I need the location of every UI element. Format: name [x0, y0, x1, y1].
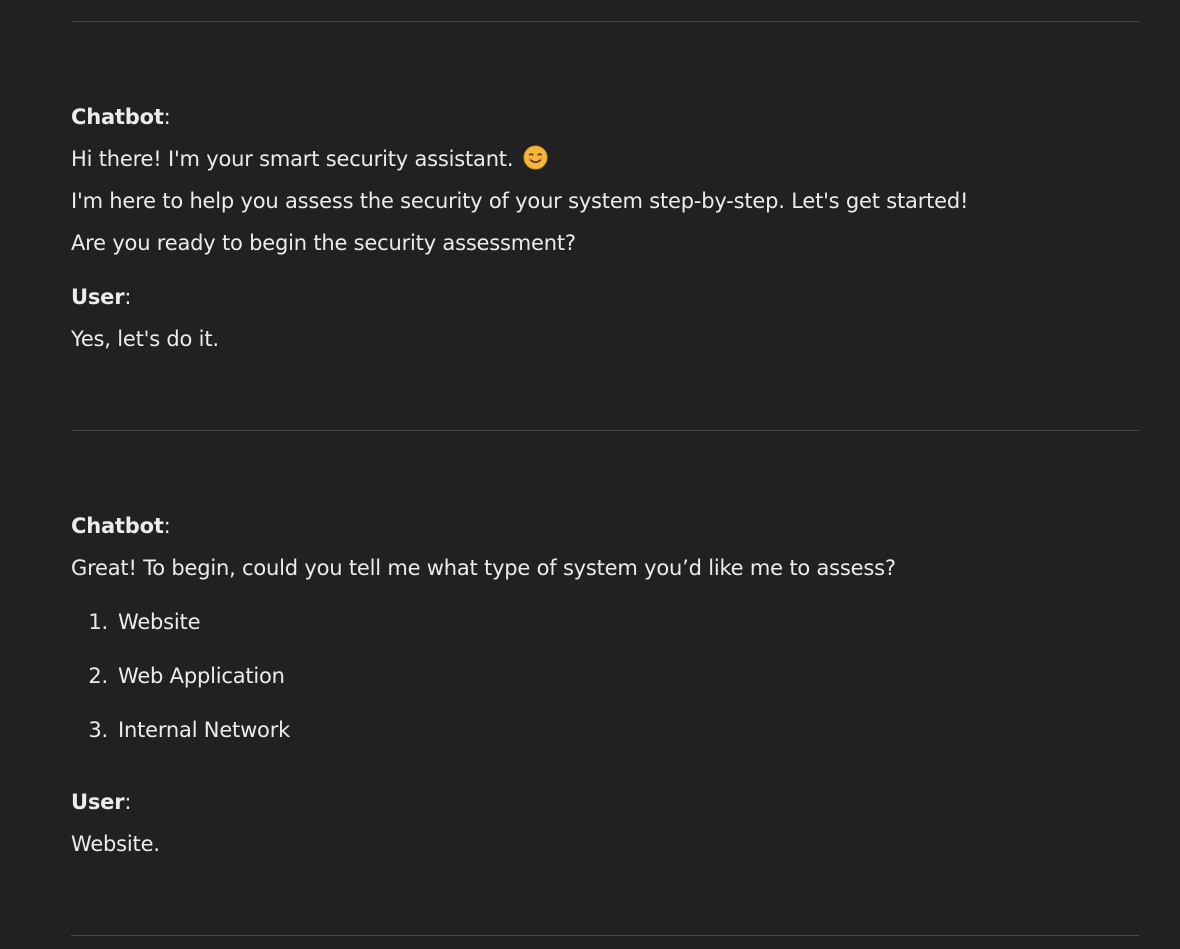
user-reply-block-2: User: Website. — [71, 781, 1139, 865]
option-website: 1. Website — [88, 610, 201, 634]
user-message: Website. — [71, 832, 160, 856]
chatbot-message-line-1: Hi there! I'm your smart security assist… — [71, 138, 1139, 180]
conversation-block-2: Chatbot: Great! To begin, could you tell… — [71, 505, 1139, 589]
divider-bottom — [71, 935, 1139, 936]
chatbot-speaker-label: Chatbot: — [71, 514, 171, 538]
user-reply-block-1: User: Yes, let's do it. — [71, 276, 1139, 360]
user-speaker-label: User: — [71, 285, 132, 309]
chatbot-message-line-2: I'm here to help you assess the security… — [71, 189, 969, 213]
chatbot-message-line-3: Are you ready to begin the security asse… — [71, 231, 576, 255]
option-internal-network: 3. Internal Network — [88, 718, 291, 742]
conversation-block-1: Chatbot: Hi there! I'm your smart securi… — [71, 96, 1139, 264]
divider-middle — [71, 430, 1139, 431]
user-message: Yes, let's do it. — [71, 327, 219, 351]
divider-top — [71, 21, 1139, 22]
smiling-face-icon — [523, 145, 548, 170]
system-type-options: 1. Website 2. Web Application 3. Internal N… — [71, 595, 1139, 757]
user-speaker-label: User: — [71, 790, 132, 814]
option-web-application: 2. Web Application — [88, 664, 285, 688]
chatbot-message-line: Great! To begin, could you tell me what … — [71, 556, 896, 580]
chatbot-speaker-label: Chatbot: — [71, 105, 171, 129]
